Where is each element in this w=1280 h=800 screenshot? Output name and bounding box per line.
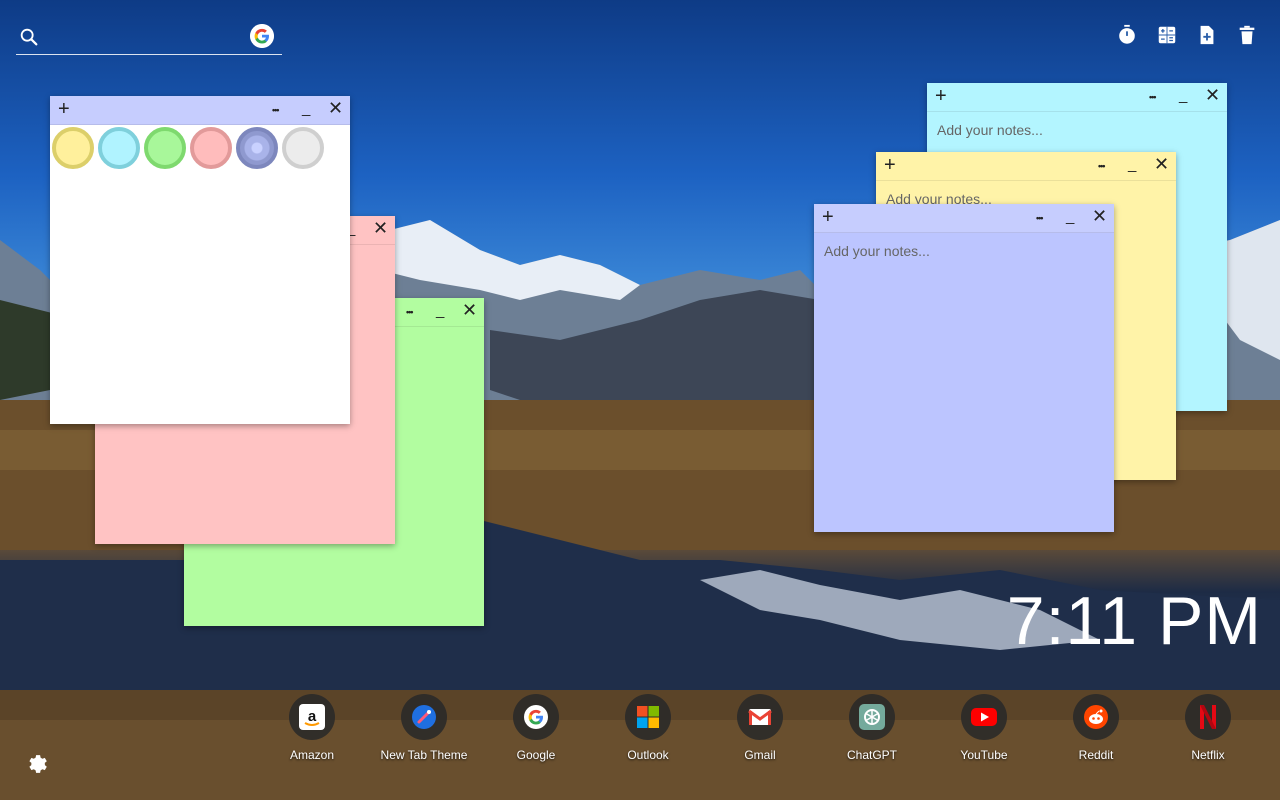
shortcut-label: YouTube (960, 748, 1008, 762)
shortcut-amazon[interactable]: a Amazon (256, 694, 368, 762)
top-toolbar (1116, 24, 1258, 46)
color-swatch-cyan[interactable] (98, 127, 140, 169)
shortcut-google[interactable]: Google (480, 694, 592, 762)
chatgpt-icon (849, 694, 895, 740)
amazon-icon: a (289, 694, 335, 740)
more-options-icon[interactable]: ••• (406, 307, 414, 317)
shortcut-label: Google (516, 748, 556, 762)
svg-text:a: a (308, 708, 317, 725)
settings-gear-icon[interactable] (24, 752, 48, 776)
shortcut-netflix[interactable]: Netflix (1152, 694, 1264, 762)
add-note-icon[interactable]: + (884, 155, 896, 175)
shortcut-youtube[interactable]: YouTube (928, 694, 1040, 762)
more-options-icon[interactable]: ••• (1098, 161, 1106, 171)
shortcut-reddit[interactable]: Reddit (1040, 694, 1152, 762)
search-input[interactable] (50, 26, 254, 52)
shortcuts-bar: a Amazon New Tab Theme Google Outlook Gm… (256, 694, 1264, 774)
close-icon[interactable]: ✕ (1092, 206, 1107, 227)
google-icon[interactable] (250, 24, 274, 48)
calculator-icon[interactable] (1156, 24, 1178, 46)
note-header: + ••• _ ✕ (876, 152, 1176, 181)
shortcut-label: Outlook (627, 748, 669, 762)
sticky-note-white[interactable]: + ••• _ ✕ (50, 96, 350, 424)
minimize-icon[interactable]: _ (302, 100, 310, 117)
gmail-icon (737, 694, 783, 740)
add-note-icon[interactable]: + (58, 99, 70, 119)
color-palette (50, 125, 350, 174)
more-options-icon[interactable]: ••• (272, 105, 280, 115)
note-header: + ••• _ ✕ (50, 96, 350, 125)
clock: 7:11 PM (1006, 583, 1262, 659)
color-swatch-yellow[interactable] (52, 127, 94, 169)
more-options-icon[interactable]: ••• (1149, 92, 1157, 102)
search-icon (20, 28, 38, 46)
shortcut-chatgpt[interactable]: ChatGPT (816, 694, 928, 762)
add-note-icon[interactable]: + (935, 86, 947, 106)
shortcut-label: ChatGPT (846, 748, 897, 762)
note-header: + ••• _ ✕ (927, 83, 1227, 112)
close-icon[interactable]: ✕ (328, 98, 343, 119)
reddit-icon (1073, 694, 1119, 740)
google-icon (513, 694, 559, 740)
shortcut-new-tab-theme[interactable]: New Tab Theme (368, 694, 480, 762)
note-header: + ••• _ ✕ (814, 204, 1114, 233)
sticky-note-lavender[interactable]: + ••• _ ✕ Add your notes... (814, 204, 1114, 532)
close-icon[interactable]: ✕ (1154, 154, 1169, 175)
youtube-icon (961, 694, 1007, 740)
close-icon[interactable]: ✕ (1205, 85, 1220, 106)
trash-icon[interactable] (1236, 24, 1258, 46)
shortcut-outlook[interactable]: Outlook (592, 694, 704, 762)
shortcut-label: Amazon (289, 748, 335, 762)
minimize-icon[interactable]: _ (436, 302, 444, 319)
close-icon[interactable]: ✕ (462, 300, 477, 321)
shortcut-label: Reddit (1078, 748, 1114, 762)
color-swatch-lavender-selected[interactable] (236, 127, 278, 169)
minimize-icon[interactable]: _ (1179, 87, 1187, 104)
shortcut-gmail[interactable]: Gmail (704, 694, 816, 762)
add-note-icon[interactable]: + (822, 207, 834, 227)
outlook-icon (625, 694, 671, 740)
note-textarea[interactable]: Add your notes... (927, 112, 1227, 148)
minimize-icon[interactable]: _ (1066, 208, 1074, 225)
color-swatch-pink[interactable] (190, 127, 232, 169)
timer-icon[interactable] (1116, 24, 1138, 46)
more-options-icon[interactable]: ••• (1036, 213, 1044, 223)
color-swatch-white[interactable] (282, 127, 324, 169)
note-textarea[interactable]: Add your notes... (814, 233, 1114, 269)
color-swatch-green[interactable] (144, 127, 186, 169)
search-bar[interactable] (16, 22, 282, 55)
new-note-icon[interactable] (1196, 24, 1218, 46)
close-icon[interactable]: ✕ (373, 218, 388, 239)
netflix-icon (1185, 694, 1231, 740)
minimize-icon[interactable]: _ (1128, 156, 1136, 173)
shortcut-label: Gmail (744, 748, 776, 762)
new-tab-theme-icon (401, 694, 447, 740)
shortcut-label: Netflix (1191, 748, 1225, 762)
shortcut-label: New Tab Theme (380, 748, 468, 762)
